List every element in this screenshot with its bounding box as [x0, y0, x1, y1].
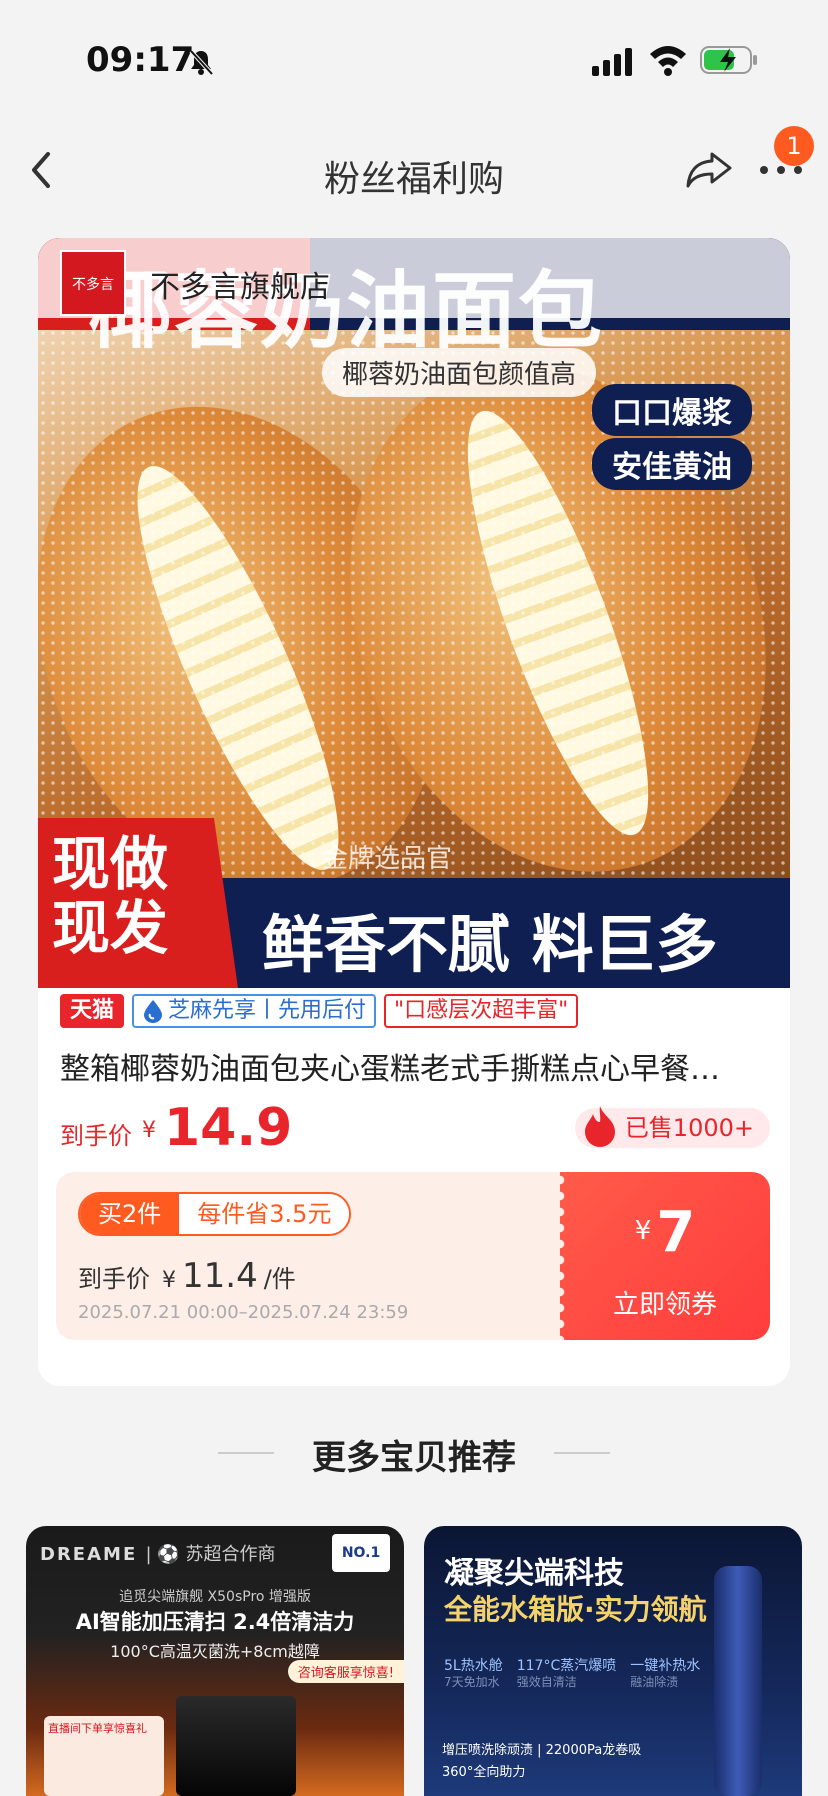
rec-line3: 100°C高温灭菌洗+8cm越障 — [110, 1642, 320, 1661]
feature-main: 117°C蒸汽爆喷 — [516, 1658, 617, 1674]
zhima-tag-text: 芝麻先享丨先用后付 — [168, 998, 367, 1023]
feature-item: 5L热水舱 7天免加水 — [444, 1658, 503, 1690]
bell-muted-icon — [189, 49, 214, 76]
sold-badge: 已售1000+ — [574, 1106, 770, 1148]
bundle-qty: 买2件 — [80, 1194, 180, 1234]
battery-charging-icon — [700, 46, 757, 74]
hero-subtitle: 椰蓉奶油面包颜值高 — [322, 348, 597, 397]
coupon-price-label: 到手价 — [78, 1265, 150, 1293]
price-value: 14.9 — [164, 1098, 293, 1158]
store-name[interactable]: 不多言旗舰店 — [150, 262, 330, 306]
feature-sub: 强效自清洁 — [516, 1675, 577, 1689]
feature-sub: 7天免加水 — [444, 1675, 500, 1689]
product-title[interactable]: 整箱椰蓉奶油面包夹心蛋糕老式手撕糕点心早餐… — [60, 1044, 770, 1088]
notification-badge: 1 — [774, 126, 814, 166]
rec-promo-box: 直播间下单享惊喜礼 — [44, 1716, 164, 1796]
rec-no1-badge: NO.1 — [332, 1534, 390, 1572]
claim-coupon-button[interactable]: ¥ 7 立即领券 — [554, 1172, 770, 1340]
coupon-price-currency: ¥ — [162, 1268, 176, 1293]
coupon-price-line: 到手价 ¥ 11.4 /件 — [78, 1256, 296, 1296]
share-icon[interactable] — [684, 148, 734, 192]
price-currency: ¥ — [142, 1118, 156, 1143]
coupon-amount-value: 7 — [656, 1200, 696, 1265]
coupon-price-unit: /件 — [263, 1265, 296, 1293]
zhima-tag: 芝麻先享丨先用后付 — [132, 994, 377, 1028]
rec2-title2: 全能水箱版·实力领航 — [444, 1593, 707, 1626]
more-recommend-header: 更多宝贝推荐 — [0, 1430, 828, 1479]
bundle-save: 每件省3.5元 — [179, 1194, 350, 1234]
image-watermark: 金牌选品官 — [322, 844, 453, 874]
nav-bar: 粉丝福利购 1 — [0, 120, 828, 220]
floor-washer-image — [714, 1566, 762, 1796]
rec-brand: DREAME | ⚽ 苏超合作商 — [40, 1540, 275, 1566]
rec2-bottom-text: 增压喷洗除顽渍 | 22000Pa龙卷吸 360°全向助力 — [442, 1740, 641, 1784]
store-row[interactable]: 不多言 不多言旗舰店 — [38, 238, 790, 318]
feature-item: 117°C蒸汽爆喷 强效自清洁 — [517, 1658, 617, 1690]
feature-main: 一键补热水 — [630, 1658, 701, 1674]
rec-brand-sub: | ⚽ 苏超合作商 — [145, 1544, 276, 1565]
coupon-details: 买2件 每件省3.5元 到手价 ¥ 11.4 /件 2025.07.21 00:… — [56, 1172, 560, 1340]
status-bar: 09:17 — [0, 0, 828, 120]
rec-headline: AI智能加压清扫 2.4倍清洁力 — [75, 1610, 355, 1634]
quote-tag: "口感层次超丰富" — [384, 994, 579, 1028]
hero-bottom-red-text: 现做现发 — [52, 830, 169, 962]
tag-row: 天猫 芝麻先享丨先用后付 "口感层次超丰富" — [60, 994, 579, 1028]
store-logo: 不多言 — [60, 250, 126, 316]
recommend-card-floor-washer[interactable]: 凝聚尖端科技 全能水箱版·实力领航 5L热水舱 7天免加水 117°C蒸汽爆喷 … — [424, 1526, 802, 1796]
hero-pill-1: 口口爆浆 — [592, 384, 752, 436]
feature-sub: 融油除渍 — [630, 1675, 679, 1689]
status-time: 09:17 — [86, 40, 195, 80]
price-label: 到手价 — [60, 1122, 132, 1150]
feature-main: 5L热水舱 — [444, 1658, 503, 1674]
flame-icon — [584, 1106, 615, 1147]
hero-bottom-text: 鲜香不腻 料巨多 — [262, 908, 718, 981]
rec2-bottom-line1: 增压喷洗除顽渍 | 22000Pa龙卷吸 — [442, 1743, 642, 1758]
product-card[interactable]: 椰蓉奶油面包 不多言 不多言旗舰店 椰蓉奶油面包颜值高 口口爆浆 安佳黄油 现做… — [38, 238, 790, 1386]
more-recommend-title: 更多宝贝推荐 — [312, 1438, 516, 1478]
divider-left — [218, 1452, 274, 1454]
claim-coupon-label: 立即领券 — [612, 1290, 717, 1320]
water-drop-icon — [144, 1000, 163, 1023]
feature-item: 一键补热水 融油除渍 — [630, 1658, 700, 1690]
wifi-icon — [650, 46, 686, 76]
rec2-features: 5L热水舱 7天免加水 117°C蒸汽爆喷 强效自清洁 一键补热水 融油除渍 — [444, 1658, 700, 1690]
rec-brand-name: DREAME — [40, 1544, 138, 1565]
sold-count: 已售1000+ — [624, 1114, 754, 1142]
coupon-card[interactable]: 买2件 每件省3.5元 到手价 ¥ 11.4 /件 2025.07.21 00:… — [56, 1172, 770, 1340]
recommend-card-dreame[interactable]: DREAME | ⚽ 苏超合作商 NO.1 追觅尖端旗舰 X50sPro 增强版… — [26, 1526, 404, 1796]
price-row: 到手价 ¥ 14.9 已售1000+ — [60, 1098, 770, 1158]
vacuum-device-image — [176, 1696, 296, 1796]
coupon-price-value: 11.4 — [182, 1256, 258, 1296]
signal-icon — [592, 48, 632, 76]
coupon-amount: ¥ 7 — [560, 1200, 770, 1265]
bundle-tag: 买2件 每件省3.5元 — [78, 1192, 352, 1236]
coupon-date-range: 2025.07.21 00:00–2025.07.24 23:59 — [78, 1302, 409, 1323]
rec2-bottom-line2: 360°全向助力 — [442, 1765, 526, 1780]
rec-service-tag: 咨询客服享惊喜! — [287, 1660, 404, 1683]
rec-small-text: 追觅尖端旗舰 X50sPro 增强版 — [119, 1589, 311, 1605]
hero-pill-2: 安佳黄油 — [592, 438, 752, 490]
rec2-title1: 凝聚尖端科技 — [444, 1556, 624, 1591]
tmall-tag: 天猫 — [60, 994, 125, 1028]
divider-right — [554, 1452, 610, 1454]
coupon-amount-currency: ¥ — [634, 1216, 652, 1246]
product-image[interactable]: 椰蓉奶油面包 不多言 不多言旗舰店 椰蓉奶油面包颜值高 口口爆浆 安佳黄油 现做… — [38, 238, 790, 988]
